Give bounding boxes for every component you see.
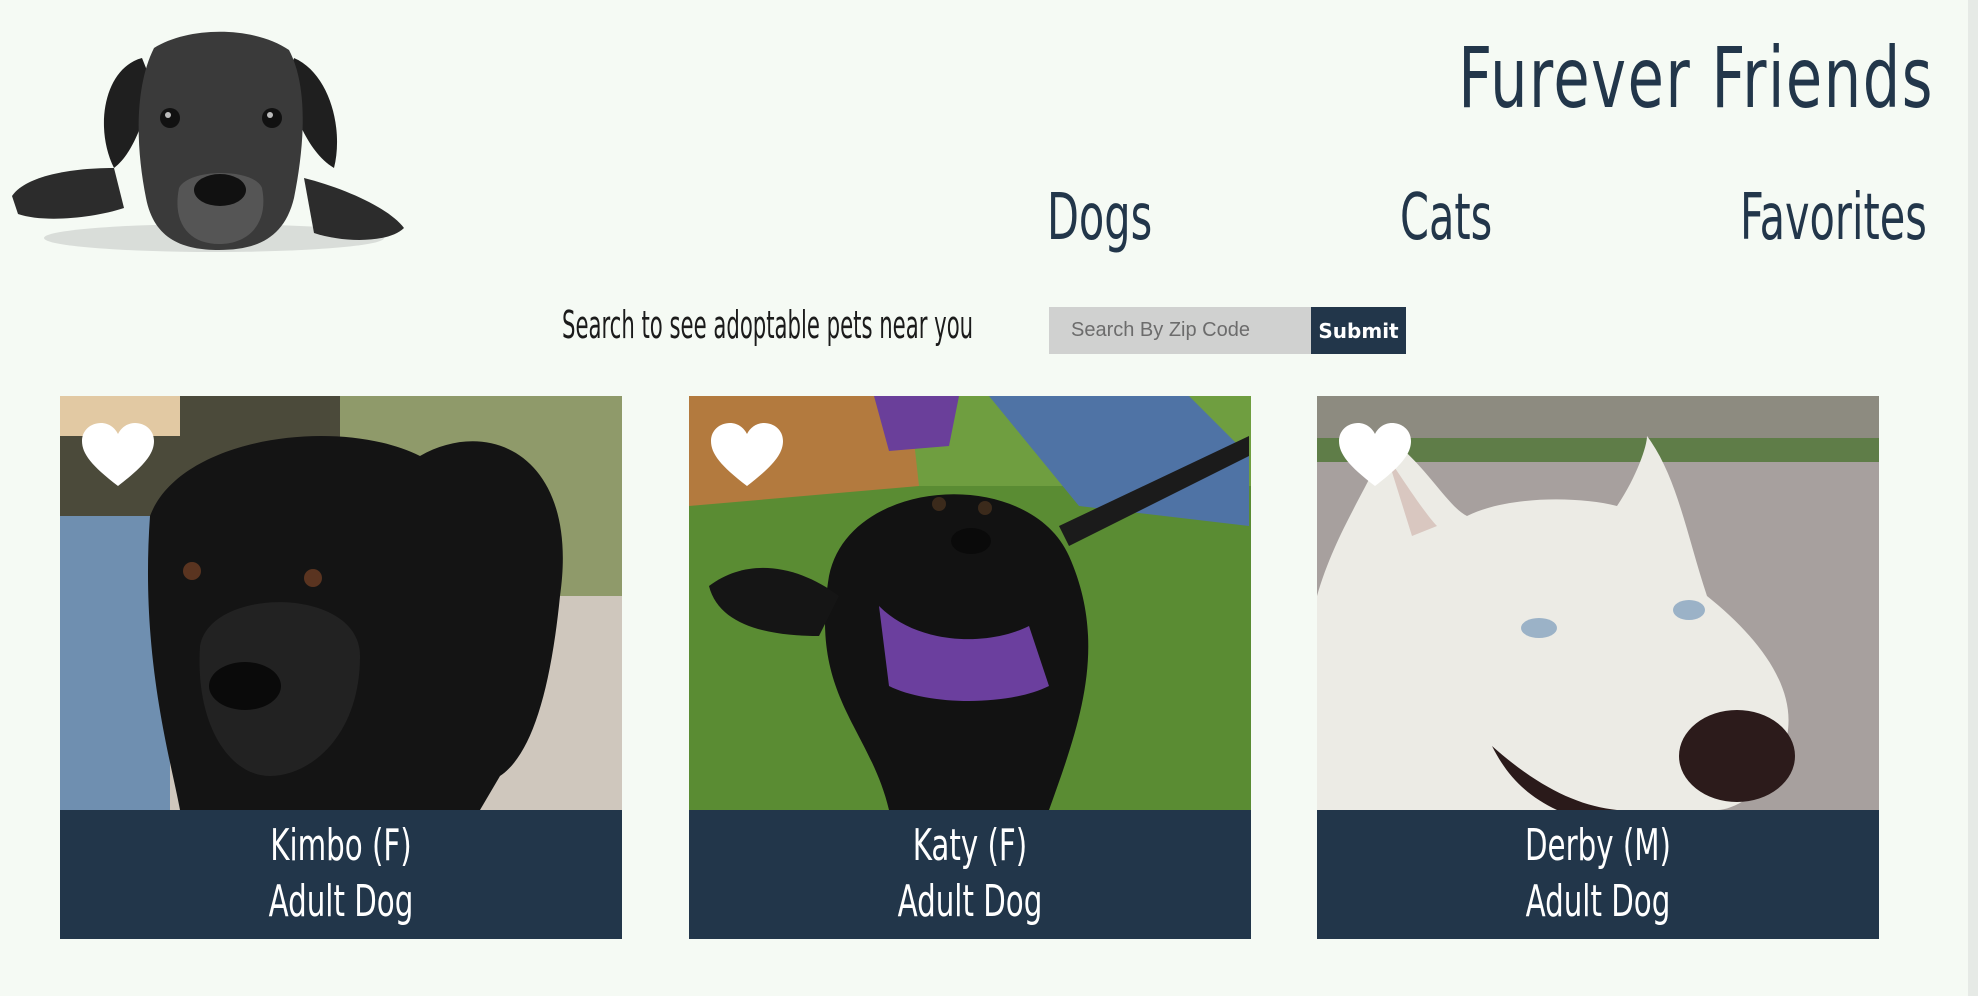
page-scroll-edge (1968, 0, 1978, 996)
pet-kind: Adult Dog (1525, 876, 1671, 927)
pet-kind: Adult Dog (268, 876, 414, 927)
favorite-heart-icon[interactable] (1337, 422, 1413, 488)
pet-caption: Kimbo (F) Adult Dog (60, 810, 622, 939)
page: Furever Friends Dogs Cats Favorites Sear… (0, 0, 1978, 996)
nav-link-dogs[interactable]: Dogs (1047, 186, 1152, 250)
pet-name: Derby (M) (1524, 820, 1671, 871)
site-title: Furever Friends (1458, 29, 1934, 127)
favorite-heart-icon[interactable] (709, 422, 785, 488)
pet-card-kimbo[interactable]: Kimbo (F) Adult Dog (60, 396, 622, 939)
zip-search-input[interactable] (1049, 307, 1311, 354)
logo-dog-image[interactable] (4, 18, 414, 258)
pet-caption: Katy (F) Adult Dog (689, 810, 1251, 939)
pet-name: Katy (F) (912, 820, 1028, 871)
favorite-heart-icon[interactable] (80, 422, 156, 488)
pet-caption: Derby (M) Adult Dog (1317, 810, 1879, 939)
search-label: Search to see adoptable pets near you (562, 303, 974, 347)
pet-kind: Adult Dog (897, 876, 1043, 927)
nav-link-cats[interactable]: Cats (1400, 186, 1492, 250)
pet-name: Kimbo (F) (270, 820, 412, 871)
submit-button[interactable]: Submit (1311, 307, 1406, 354)
pet-card-katy[interactable]: Katy (F) Adult Dog (689, 396, 1251, 939)
pet-card-derby[interactable]: Derby (M) Adult Dog (1317, 396, 1879, 939)
nav-link-favorites[interactable]: Favorites (1740, 186, 1927, 250)
